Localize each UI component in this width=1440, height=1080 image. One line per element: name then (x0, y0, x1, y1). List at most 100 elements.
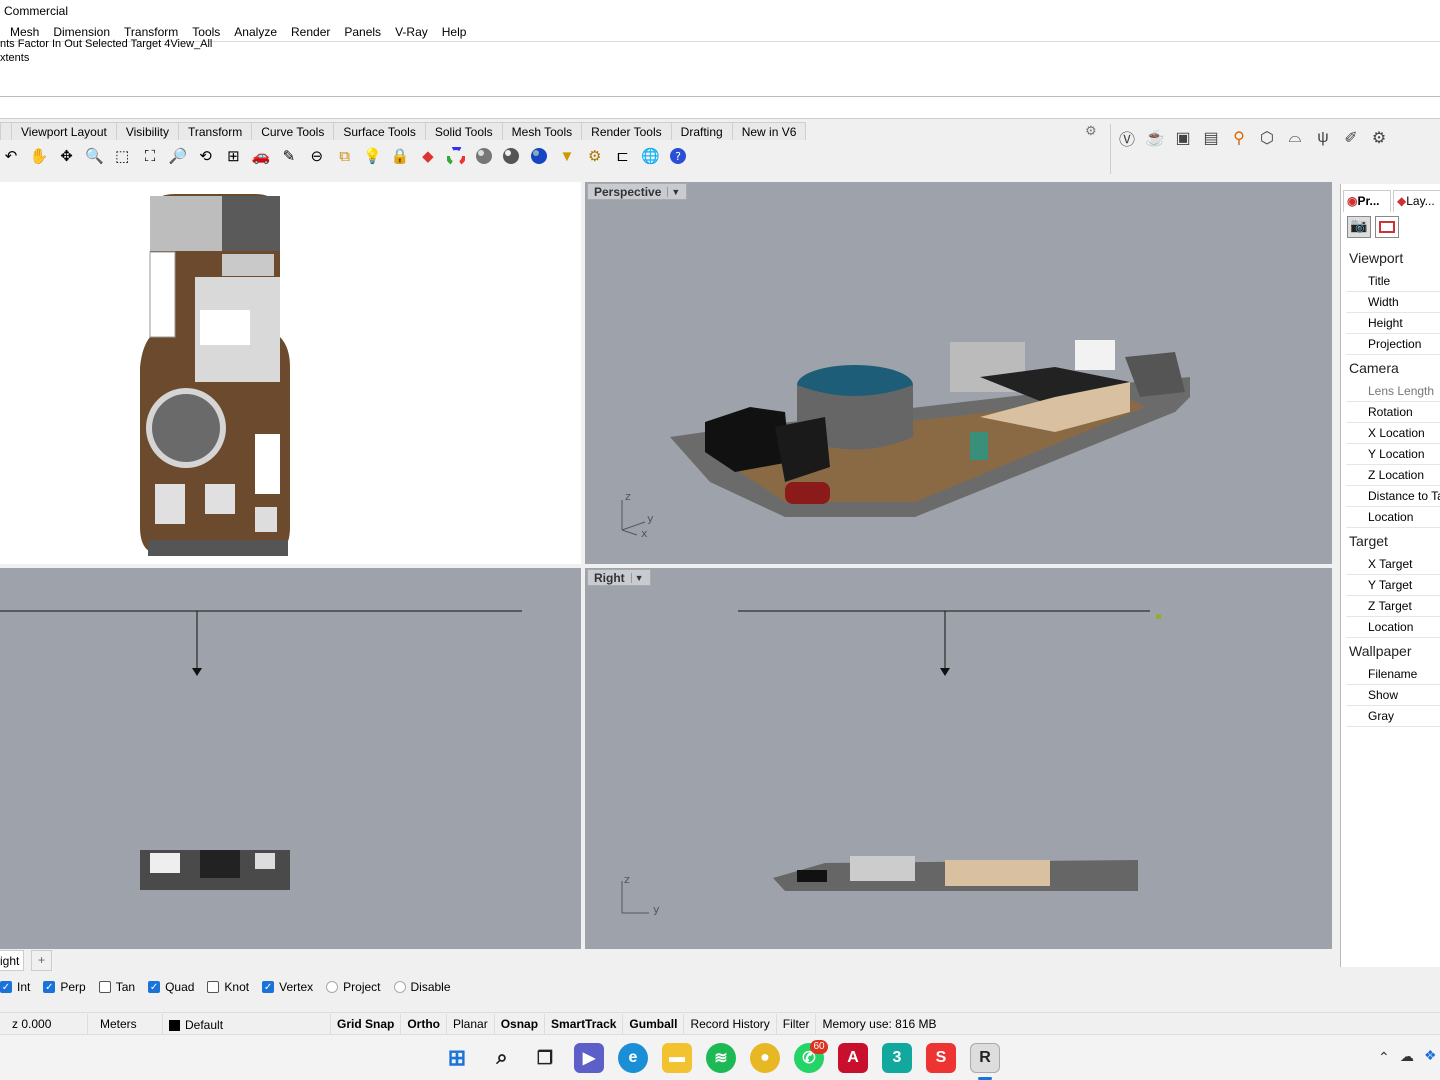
3dsmax-icon[interactable]: 3 (882, 1043, 912, 1073)
four-viewports-icon[interactable]: ⊞ (222, 145, 244, 167)
tab-viewport-layout[interactable]: Viewport Layout (11, 122, 117, 140)
planar-toggle[interactable]: Planar (447, 1013, 495, 1034)
tab-properties[interactable]: ◉Pr... (1343, 190, 1391, 212)
prop-y-location[interactable]: Y Location (1346, 444, 1440, 465)
gear-icon[interactable]: ⚙ (1085, 123, 1099, 138)
prop-y-target[interactable]: Y Target (1346, 575, 1440, 596)
tab-solid-tools[interactable]: Solid Tools (424, 122, 503, 140)
command-prompt[interactable] (0, 97, 1440, 119)
asset-editor-icon[interactable]: ▤ (1199, 126, 1223, 150)
shaded-sphere-icon[interactable] (473, 145, 495, 167)
blue-sphere-icon[interactable] (528, 145, 550, 167)
lock-icon[interactable]: 🔒 (389, 145, 411, 167)
sketchup-icon[interactable]: S (926, 1043, 956, 1073)
car-icon[interactable]: 🚗 (250, 145, 272, 167)
chevron-up-icon[interactable]: ⌃ (1378, 1049, 1390, 1066)
filter-toggle[interactable]: Filter (777, 1013, 817, 1034)
prop-x-location[interactable]: X Location (1346, 423, 1440, 444)
viewport-perspective[interactable]: Perspective ▼ z y x (585, 182, 1332, 564)
dropbox-icon[interactable]: ❖ (1424, 1047, 1437, 1064)
spotify-icon[interactable]: ≋ (706, 1043, 736, 1073)
prop-z-target[interactable]: Z Target (1346, 596, 1440, 617)
viewport-frame-icon[interactable] (1375, 216, 1399, 238)
prop-camera-location[interactable]: Location (1346, 507, 1440, 528)
pan-hand-icon[interactable]: ✋ (28, 145, 50, 167)
prop-filename[interactable]: Filename (1346, 664, 1440, 685)
prop-distance-to-target[interactable]: Distance to Ta (1346, 486, 1440, 507)
units-field[interactable]: Meters (88, 1013, 163, 1034)
brush-icon[interactable]: ✐ (1339, 126, 1363, 150)
spotlight-icon[interactable]: ▼ (556, 145, 578, 167)
zoom-icon[interactable]: 🔍 (83, 145, 105, 167)
rotate-camera-icon[interactable]: ⟲ (195, 145, 217, 167)
camera-icon[interactable]: 📷 (1347, 216, 1371, 238)
prop-gray[interactable]: Gray (1346, 706, 1440, 727)
acrobat-icon[interactable]: A (838, 1043, 868, 1073)
gumball-toggle[interactable]: Gumball (623, 1013, 685, 1034)
osnap-project[interactable]: Project (326, 980, 381, 994)
prop-projection[interactable]: Projection (1346, 334, 1440, 355)
tab-curve-tools[interactable]: Curve Tools (251, 122, 335, 140)
zoom-selected-icon[interactable]: 🔎 (167, 145, 189, 167)
search-icon[interactable]: ⌕ (487, 1043, 517, 1073)
windows-start-icon[interactable]: ⊞ (442, 1043, 472, 1073)
chrome-icon[interactable]: ● (750, 1043, 780, 1073)
smarttrack-toggle[interactable]: SmartTrack (545, 1013, 624, 1034)
tab-new-in-v6[interactable]: New in V6 (731, 122, 807, 140)
light-bulb-icon[interactable]: 💡 (361, 145, 383, 167)
move-icon[interactable]: ✥ (56, 145, 78, 167)
tab-layers[interactable]: ◆Lay... (1393, 190, 1440, 212)
color-wheel-icon[interactable] (445, 145, 467, 167)
prop-lens-length[interactable]: Lens Length (1346, 381, 1440, 402)
task-view-icon[interactable]: ❐ (530, 1043, 560, 1073)
cube-proxy-icon[interactable]: ⬡ (1255, 126, 1279, 150)
osnap-disable[interactable]: Disable (393, 980, 451, 994)
record-history-toggle[interactable]: Record History (684, 1013, 777, 1034)
teapot-icon[interactable]: ☕ (1143, 126, 1167, 150)
osnap-quad[interactable]: ✓ Quad (148, 980, 194, 994)
prop-show[interactable]: Show (1346, 685, 1440, 706)
viewport-right[interactable]: Right ▼ z y (585, 568, 1332, 949)
prop-width[interactable]: Width (1346, 292, 1440, 313)
viewport-front[interactable] (0, 568, 581, 949)
prop-target-location[interactable]: Location (1346, 617, 1440, 638)
file-explorer-icon[interactable]: ▬ (662, 1043, 692, 1073)
lights-icon[interactable]: ⚲ (1227, 126, 1251, 150)
ortho-toggle[interactable]: Ortho (401, 1013, 448, 1034)
viewport-top[interactable] (0, 182, 581, 564)
frame-buffer-icon[interactable]: ▣ (1171, 126, 1195, 150)
vray-icon[interactable]: Ⓥ (1115, 126, 1139, 150)
help-icon[interactable]: ? (667, 145, 689, 167)
rhino-icon[interactable]: R (970, 1043, 1000, 1073)
prop-title[interactable]: Title (1346, 271, 1440, 292)
viewport-tab-right[interactable]: ight (0, 950, 25, 971)
edge-icon[interactable]: e (618, 1043, 648, 1073)
onedrive-icon[interactable]: ☁ (1400, 1048, 1414, 1065)
layer-icon[interactable]: ◆ (417, 145, 439, 167)
zoom-extents-icon[interactable]: ⛶ (139, 145, 161, 167)
circle-dash-icon[interactable]: ⊖ (306, 145, 328, 167)
osnap-perp[interactable]: ✓ Perp (43, 980, 86, 994)
fur-icon[interactable]: ⌓ (1283, 126, 1307, 150)
osnap-int[interactable]: ✓ Int (0, 980, 30, 994)
tab-transform[interactable]: Transform (177, 122, 253, 140)
grid-snap-toggle[interactable]: Grid Snap (331, 1013, 402, 1034)
osnap-tan[interactable]: Tan (98, 980, 135, 994)
globe-icon[interactable]: 🌐 (639, 145, 661, 167)
prop-x-target[interactable]: X Target (1346, 554, 1440, 575)
prop-z-location[interactable]: Z Location (1346, 465, 1440, 486)
snapshot-icon[interactable]: ⧉ (334, 145, 356, 167)
osnap-knot[interactable]: Knot (207, 980, 249, 994)
add-viewport-icon[interactable]: + (31, 950, 52, 971)
rotate-view-icon[interactable]: ↶ (0, 145, 22, 167)
gear-settings-icon[interactable]: ⚙ (584, 145, 606, 167)
teams-icon[interactable]: ▶ (574, 1043, 604, 1073)
tab-drafting[interactable]: Drafting (670, 122, 733, 140)
tab-mesh-tools[interactable]: Mesh Tools (501, 122, 583, 140)
rendered-sphere-icon[interactable] (500, 145, 522, 167)
tab-visibility[interactable]: Visibility (115, 122, 179, 140)
tab-surface-tools[interactable]: Surface Tools (333, 122, 426, 140)
zoom-window-icon[interactable]: ⬚ (111, 145, 133, 167)
osnap-toggle[interactable]: Osnap (495, 1013, 546, 1034)
tab-render-tools[interactable]: Render Tools (581, 122, 672, 140)
